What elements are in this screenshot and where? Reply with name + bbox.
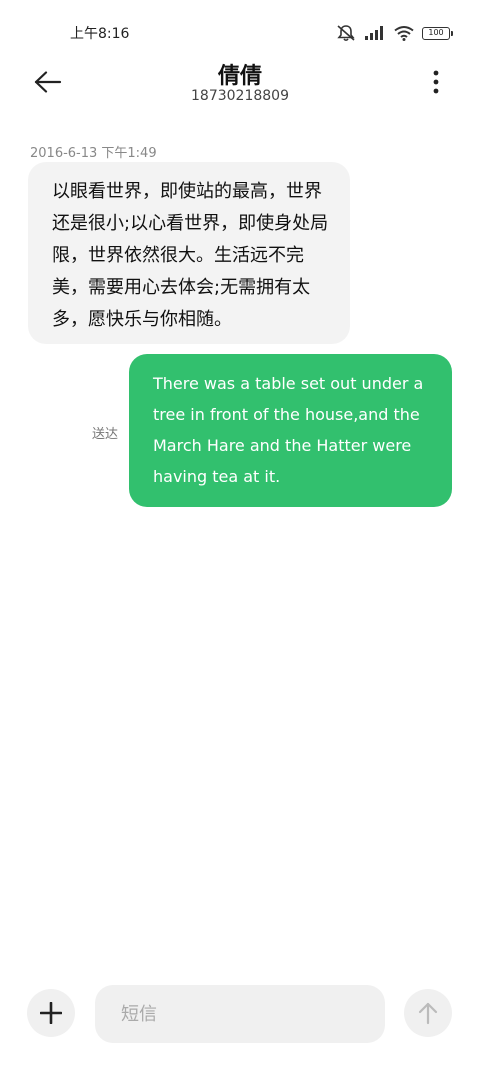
- wifi-icon: [394, 26, 414, 41]
- contact-name: 倩倩: [217, 64, 262, 89]
- battery-icon: 100: [422, 26, 453, 40]
- incoming-message-bubble[interactable]: 以眼看世界，即使站的最高，世界还是很小;以心看世界，即使身处局限，世界依然很大。…: [28, 162, 350, 344]
- send-button[interactable]: [404, 989, 452, 1037]
- send-arrow-icon: [418, 1002, 438, 1025]
- compose-bar: [0, 980, 480, 1050]
- more-vertical-icon: [433, 70, 439, 94]
- more-options-button[interactable]: [424, 66, 448, 98]
- outgoing-message-bubble[interactable]: There was a table set out under a tree i…: [129, 354, 452, 507]
- plus-icon: [40, 1002, 62, 1024]
- status-icons: 100: [336, 23, 453, 43]
- message-timestamp: 2016-6-13 下午1:49: [30, 146, 157, 161]
- delivery-status: 送达: [92, 427, 119, 442]
- message-input[interactable]: [95, 985, 385, 1043]
- mute-bell-icon: [337, 25, 355, 42]
- signal-icon: [365, 26, 383, 40]
- contact-phone: 18730218809: [191, 88, 289, 104]
- add-attachment-button[interactable]: [27, 989, 75, 1037]
- status-time: 上午8:16: [70, 26, 130, 42]
- conversation-header: 倩倩 18730218809: [0, 50, 480, 114]
